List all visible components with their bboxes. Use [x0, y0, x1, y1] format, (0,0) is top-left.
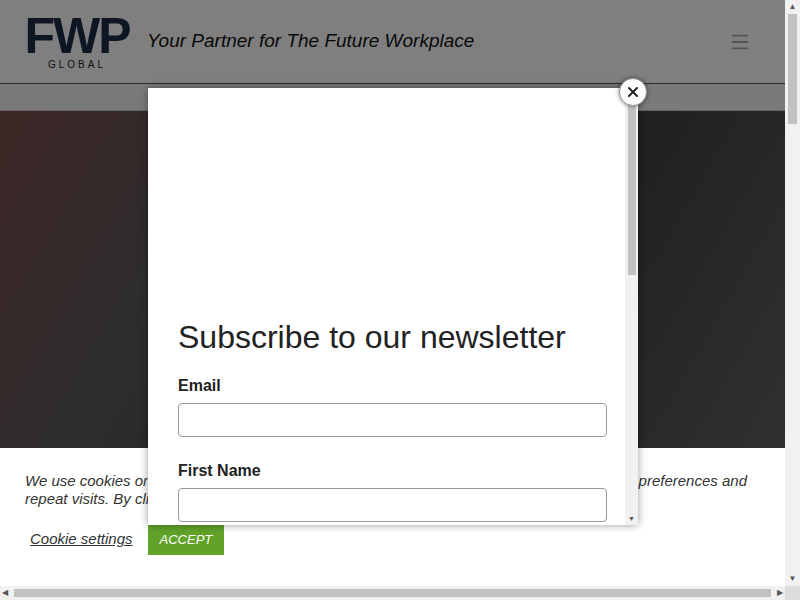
horizontal-scrollbar[interactable]: ◀▶: [0, 586, 785, 600]
modal-title: Subscribe to our newsletter: [178, 318, 625, 356]
accept-button[interactable]: ACCEPT: [148, 524, 225, 555]
form-field: First Name: [178, 461, 625, 522]
form-field: Email: [178, 376, 625, 437]
close-button[interactable]: [619, 78, 647, 106]
cookie-settings-link[interactable]: Cookie settings: [30, 528, 133, 551]
text-input[interactable]: [178, 403, 607, 437]
text-input[interactable]: [178, 488, 607, 522]
close-icon: [625, 84, 641, 100]
page: FWPGLOBALYour Partner for The Future Wor…: [0, 0, 800, 600]
newsletter-modal: Subscribe to our newsletter Email First Na…: [148, 88, 638, 525]
vertical-scrollbar[interactable]: ▲▼: [785, 0, 800, 586]
modal-scrollbar[interactable]: ▲▼: [625, 88, 638, 525]
